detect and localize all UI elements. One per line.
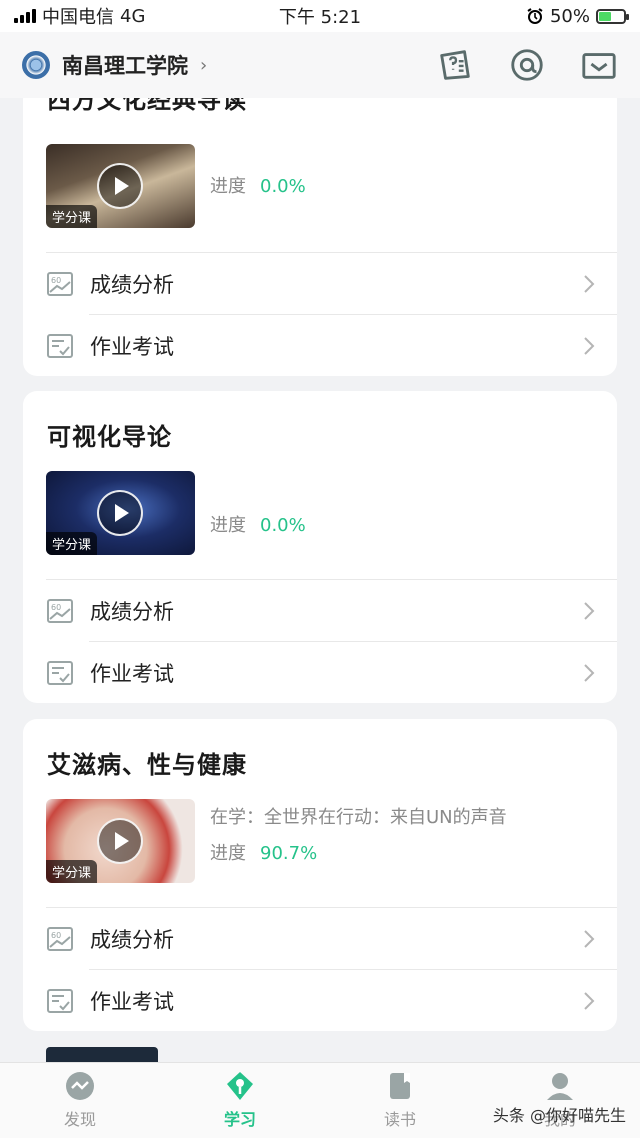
course-title: 艾滋病、性与健康 — [47, 751, 247, 779]
school-logo — [22, 51, 50, 79]
header-actions — [436, 46, 618, 84]
signal-icon — [14, 9, 36, 23]
progress-line: 进度 0.0% — [210, 172, 306, 198]
course-title: 可视化导论 — [47, 423, 172, 451]
chevron-right-icon — [584, 663, 595, 682]
at-chat-icon[interactable] — [508, 46, 546, 84]
status-left: 中国电信 4G — [14, 3, 145, 29]
chevron-right-icon — [584, 601, 595, 620]
battery-percent: 50% — [549, 5, 590, 27]
course-thumbnail[interactable]: 学分课 — [46, 144, 195, 228]
tab-profile[interactable]: 我的 — [480, 1063, 640, 1138]
school-name[interactable]: 南昌理工学院 — [62, 50, 188, 80]
play-icon[interactable] — [97, 490, 143, 536]
study-icon — [227, 1072, 253, 1100]
tab-read[interactable]: 读书 — [320, 1063, 480, 1138]
homework-check-icon — [47, 660, 73, 685]
course-list[interactable]: 西方文化经典导读 学分课 进度 0.0% 60 成绩分析 作业考试 可视化导论 学… — [0, 98, 640, 1062]
grade-chart-icon: 60 — [47, 271, 73, 296]
network-type: 4G — [120, 5, 146, 27]
course-card[interactable]: 艾滋病、性与健康 学分课 在学：全世界在行动：来自UN的声音 进度 90.7% 6… — [23, 719, 617, 1031]
book-icon — [390, 1073, 410, 1099]
tab-label: 学习 — [223, 1110, 256, 1129]
play-icon[interactable] — [97, 163, 143, 209]
chevron-right-icon — [584, 336, 595, 355]
tab-study[interactable]: 学习 — [160, 1063, 320, 1138]
studying-line: 在学：全世界在行动：来自UN的声音 — [210, 807, 507, 828]
svg-text:60: 60 — [51, 276, 61, 285]
watermark: 头条 @你好喵先生 — [492, 1106, 626, 1125]
profile-icon — [547, 1073, 573, 1100]
progress-value: 90.7% — [260, 843, 318, 864]
row-label: 作业考试 — [90, 989, 174, 1014]
progress-line: 进度 0.0% — [210, 511, 306, 537]
progress-value: 0.0% — [260, 515, 306, 536]
course-thumbnail[interactable]: 学分课 — [46, 799, 195, 883]
progress-value: 0.0% — [260, 176, 306, 197]
row-label: 成绩分析 — [90, 599, 174, 624]
header: 南昌理工学院 › — [0, 32, 640, 98]
progress-line: 进度 90.7% — [210, 839, 317, 865]
chevron-right-icon — [584, 274, 595, 293]
row-label: 作业考试 — [90, 334, 174, 359]
course-card[interactable]: 西方文化经典导读 学分课 进度 0.0% 60 成绩分析 作业考试 — [23, 98, 617, 376]
svg-text:60: 60 — [51, 603, 61, 612]
progress-label: 进度 — [210, 515, 246, 536]
homework-check-icon — [47, 333, 73, 358]
progress-label: 进度 — [210, 843, 246, 864]
play-icon[interactable] — [97, 818, 143, 864]
homework-exam-row[interactable]: 作业考试 — [23, 315, 617, 376]
credit-tag: 学分课 — [46, 860, 98, 883]
chevron-right-icon[interactable]: › — [200, 55, 207, 76]
tab-discover[interactable]: 发现 — [0, 1063, 160, 1138]
homework-exam-row[interactable]: 作业考试 — [23, 642, 617, 703]
tab-label: 读书 — [383, 1110, 416, 1129]
credit-tag: 学分课 — [46, 205, 98, 228]
course-card[interactable]: 可视化导论 学分课 进度 0.0% 60 成绩分析 作业考试 — [23, 391, 617, 703]
homework-check-icon — [47, 988, 73, 1013]
row-label: 成绩分析 — [90, 272, 174, 297]
chevron-right-icon — [584, 991, 595, 1010]
credit-tag: 学分课 — [46, 532, 98, 555]
grade-analysis-row[interactable]: 60 成绩分析 — [23, 580, 617, 641]
grade-analysis-row[interactable]: 60 成绩分析 — [23, 253, 617, 314]
status-right: 50% — [526, 5, 629, 27]
carrier: 中国电信 — [42, 7, 114, 28]
grade-analysis-row[interactable]: 60 成绩分析 — [23, 908, 617, 969]
homework-exam-row[interactable]: 作业考试 — [23, 970, 617, 1031]
mail-icon[interactable] — [580, 46, 618, 84]
tab-bar: 发现 学习 读书 我的 — [0, 1062, 640, 1138]
svg-text:60: 60 — [51, 931, 61, 940]
next-course-thumbnail[interactable] — [46, 1047, 158, 1062]
tab-label: 发现 — [63, 1110, 96, 1129]
status-bar: 中国电信 4G 下午 5:21 50% — [0, 0, 640, 32]
alarm-icon — [527, 8, 543, 24]
course-title: 西方文化经典导读 — [47, 98, 247, 114]
chevron-right-icon — [584, 929, 595, 948]
progress-label: 进度 — [210, 176, 246, 197]
grade-chart-icon: 60 — [47, 926, 73, 951]
status-time: 下午 5:21 — [278, 7, 362, 28]
row-label: 成绩分析 — [90, 927, 174, 952]
battery-icon — [596, 8, 629, 24]
row-label: 作业考试 — [90, 661, 174, 686]
grade-chart-icon: 60 — [47, 598, 73, 623]
quiz-card-icon[interactable] — [436, 46, 474, 84]
discover-icon — [66, 1072, 94, 1100]
course-thumbnail[interactable]: 学分课 — [46, 471, 195, 555]
